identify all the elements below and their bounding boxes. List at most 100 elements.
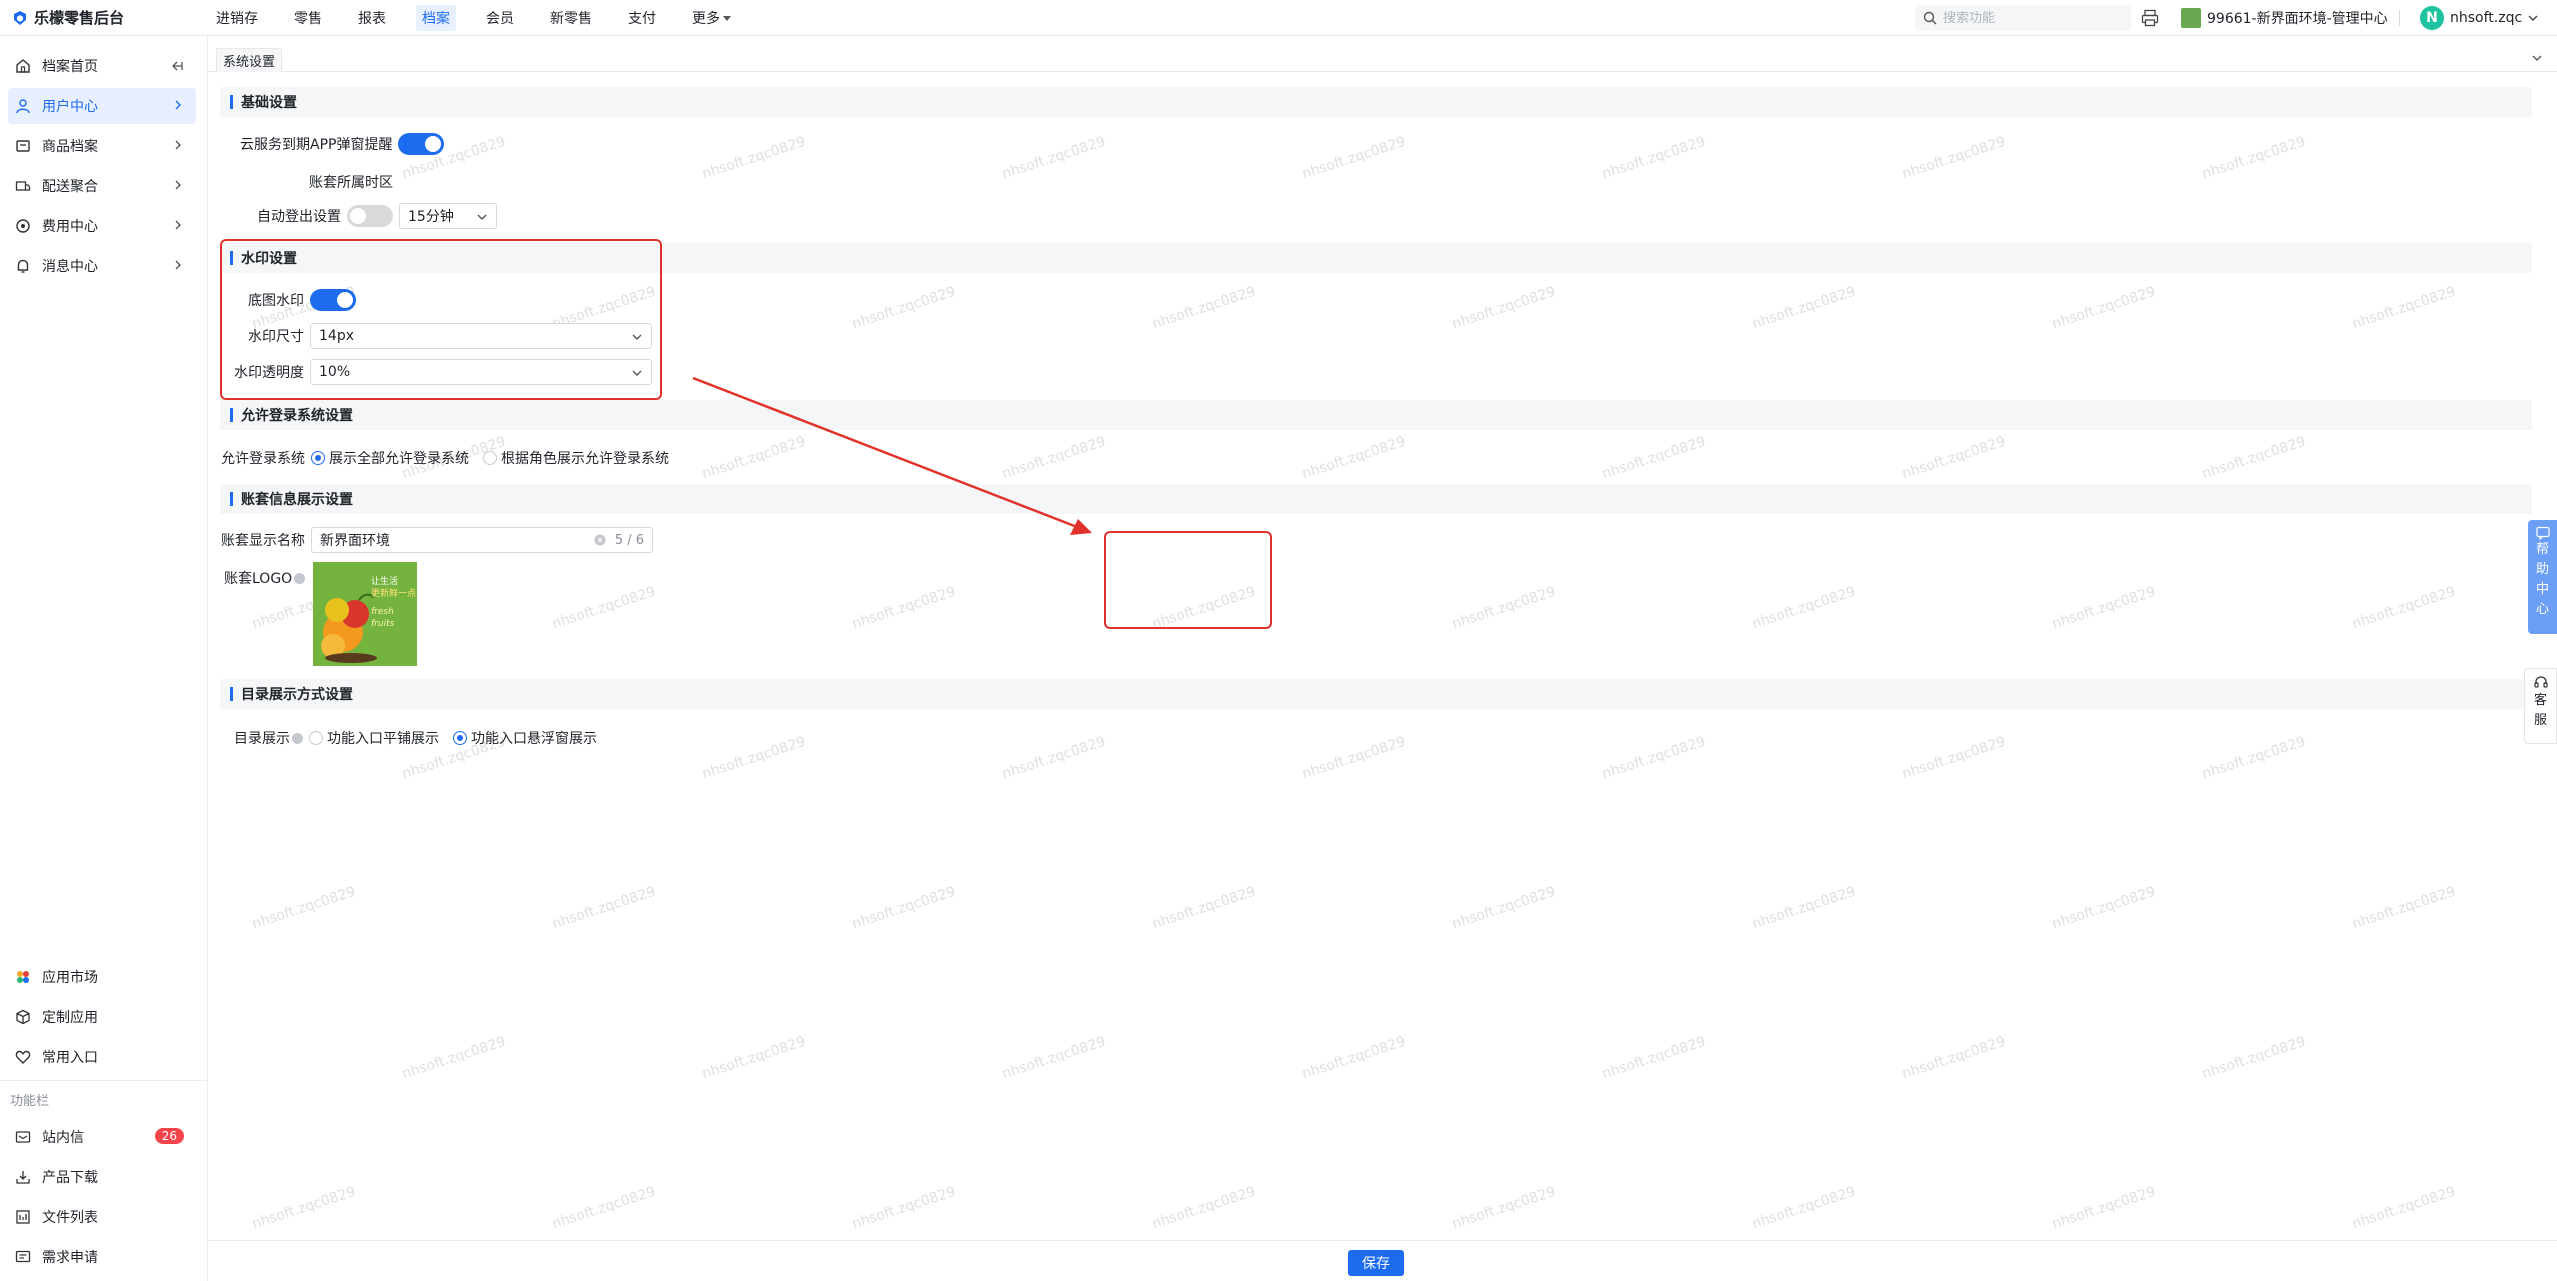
logo-text-1: 让生活 bbox=[371, 577, 399, 587]
radio-show-all-systems[interactable]: 展示全部允许登录系统 bbox=[311, 448, 469, 468]
money-icon bbox=[16, 219, 30, 233]
sidebar-item-user-center[interactable]: 用户中心 bbox=[8, 88, 196, 124]
search-box[interactable] bbox=[1915, 5, 2131, 31]
watermark-text: nhsoft.zqc0829 bbox=[1300, 133, 1408, 183]
nav-jinxiaocun[interactable]: 进销存 bbox=[210, 5, 264, 31]
watermark-text: nhsoft.zqc0829 bbox=[2200, 433, 2308, 483]
chevron-down-icon bbox=[477, 214, 487, 220]
chat-icon bbox=[2535, 526, 2550, 540]
watermark-text: nhsoft.zqc0829 bbox=[1600, 1033, 1708, 1083]
sidebar-item-delivery[interactable]: 配送聚合 bbox=[8, 168, 196, 204]
clear-icon[interactable] bbox=[594, 534, 606, 546]
account-name-input[interactable]: 新界面环境 5 / 6 bbox=[311, 527, 653, 553]
watermark-text: nhsoft.zqc0829 bbox=[1150, 283, 1258, 333]
sidebar-item-label: 产品下载 bbox=[42, 1170, 98, 1186]
user-menu[interactable]: N nhsoft.zqc bbox=[2420, 6, 2538, 30]
nav-huiyuan[interactable]: 会员 bbox=[480, 5, 520, 31]
sidebar-item-requests[interactable]: 需求申请 bbox=[8, 1239, 196, 1275]
sidebar-item-downloads[interactable]: 产品下载 bbox=[8, 1159, 196, 1195]
radio-floating-display[interactable]: 功能入口悬浮窗展示 bbox=[453, 728, 597, 748]
watermark-text: nhsoft.zqc0829 bbox=[2050, 1183, 2158, 1233]
sidebar-item-message-center[interactable]: 消息中心 bbox=[8, 248, 196, 284]
radio-tile-display[interactable]: 功能入口平铺展示 bbox=[309, 728, 439, 748]
chevron-right-icon bbox=[175, 140, 181, 150]
service-char: 客 bbox=[2533, 693, 2547, 708]
sidebar-item-product-archive[interactable]: 商品档案 bbox=[8, 128, 196, 164]
save-button[interactable]: 保存 bbox=[1348, 1250, 1404, 1276]
nav-lingshou[interactable]: 零售 bbox=[288, 5, 328, 31]
user-name: nhsoft.zqc bbox=[2450, 10, 2523, 26]
watermark-text: nhsoft.zqc0829 bbox=[2350, 883, 2458, 933]
header-divider bbox=[2399, 10, 2400, 26]
logo-text-2: 更新鲜一点 bbox=[371, 589, 417, 599]
watermark-text: nhsoft.zqc0829 bbox=[1000, 133, 1108, 183]
watermark-text: nhsoft.zqc0829 bbox=[850, 1183, 958, 1233]
login-system-label: 允许登录系统 bbox=[221, 451, 305, 467]
store-selector[interactable]: 99661-新界面环境-管理中心 bbox=[2181, 8, 2388, 28]
customer-service-widget[interactable]: 客 服 bbox=[2524, 668, 2557, 744]
info-icon[interactable] bbox=[292, 732, 303, 744]
app-logo[interactable]: 乐檬零售后台 bbox=[0, 7, 210, 28]
nav-xinlingshou[interactable]: 新零售 bbox=[544, 5, 598, 31]
service-char: 服 bbox=[2533, 713, 2547, 728]
help-center-widget[interactable]: 帮 助 中 心 bbox=[2528, 520, 2557, 634]
cloud-reminder-row: 云服务到期APP弹窗提醒 bbox=[240, 133, 445, 155]
sidebar-item-file-list[interactable]: 文件列表 bbox=[8, 1199, 196, 1235]
radio-label: 根据角色展示允许登录系统 bbox=[501, 451, 669, 467]
watermark-text: nhsoft.zqc0829 bbox=[850, 883, 958, 933]
cloud-reminder-toggle[interactable] bbox=[398, 133, 445, 155]
sidebar-item-favorites[interactable]: 常用入口 bbox=[8, 1039, 196, 1075]
nav-more-label: 更多 bbox=[692, 10, 720, 27]
chevron-down-icon[interactable] bbox=[2531, 52, 2543, 64]
tab-system-settings[interactable]: 系统设置 bbox=[216, 48, 283, 72]
sidebar-item-label: 需求申请 bbox=[42, 1250, 98, 1266]
unread-count-badge: 26 bbox=[154, 1128, 184, 1144]
radio-show-by-role[interactable]: 根据角色展示允许登录系统 bbox=[483, 448, 669, 468]
timezone-label: 账套所属时区 bbox=[309, 175, 393, 191]
chevron-right-icon bbox=[175, 260, 181, 270]
nav-zhifu[interactable]: 支付 bbox=[622, 5, 662, 31]
sidebar-item-custom-app[interactable]: 定制应用 bbox=[8, 999, 196, 1035]
search-icon bbox=[1923, 11, 1937, 25]
watermark-text: nhsoft.zqc0829 bbox=[1450, 583, 1558, 633]
watermark-text: nhsoft.zqc0829 bbox=[850, 583, 958, 633]
account-logo-label: 账套LOGO bbox=[224, 571, 293, 587]
sidebar-item-app-market[interactable]: 应用市场 bbox=[8, 959, 196, 995]
section-directory-settings: 目录展示方式设置 bbox=[220, 679, 2532, 709]
heart-icon bbox=[15, 1050, 31, 1064]
printer-icon[interactable] bbox=[2141, 9, 2159, 27]
watermark-text: nhsoft.zqc0829 bbox=[700, 133, 808, 183]
watermark-text: nhsoft.zqc0829 bbox=[1150, 1183, 1258, 1233]
watermark-text: nhsoft.zqc0829 bbox=[400, 1033, 508, 1083]
nav-baobiao[interactable]: 报表 bbox=[352, 5, 392, 31]
nav-dangan[interactable]: 档案 bbox=[416, 4, 456, 31]
radio-label: 展示全部允许登录系统 bbox=[329, 451, 469, 467]
request-icon bbox=[15, 1250, 31, 1263]
sidebar-item-home[interactable]: 档案首页 bbox=[8, 48, 196, 84]
auto-logout-toggle[interactable] bbox=[347, 205, 393, 227]
sidebar-item-fee-center[interactable]: 费用中心 bbox=[8, 208, 196, 244]
auto-logout-select[interactable]: 15分钟 bbox=[399, 203, 497, 229]
account-logo-image[interactable]: 让生活 更新鲜一点 fresh fruits bbox=[313, 562, 417, 666]
login-system-row: 允许登录系统 展示全部允许登录系统 根据角色展示允许登录系统 bbox=[221, 448, 683, 468]
help-char: 帮 bbox=[2535, 542, 2549, 557]
info-icon[interactable] bbox=[294, 572, 306, 584]
watermark-text: nhsoft.zqc0829 bbox=[550, 1183, 658, 1233]
home-icon bbox=[16, 59, 30, 73]
radio-label: 功能入口平铺展示 bbox=[327, 731, 439, 747]
account-logo-row: 账套LOGO bbox=[224, 568, 306, 588]
nav-more[interactable]: 更多 bbox=[686, 5, 737, 31]
search-input[interactable] bbox=[1943, 10, 2113, 26]
sidebar-item-label: 档案首页 bbox=[42, 59, 98, 75]
section-title: 目录展示方式设置 bbox=[241, 687, 353, 703]
help-char: 心 bbox=[2535, 602, 2549, 617]
section-account-info: 账套信息展示设置 bbox=[220, 484, 2532, 514]
collapse-sidebar-icon[interactable] bbox=[170, 59, 184, 73]
account-name-label: 账套显示名称 bbox=[221, 533, 305, 549]
radio-dot bbox=[309, 731, 323, 745]
account-name-value: 新界面环境 bbox=[320, 533, 390, 549]
radio-dot bbox=[453, 731, 467, 745]
watermark-text: nhsoft.zqc0829 bbox=[550, 583, 658, 633]
annotation-highlight-box bbox=[220, 239, 662, 400]
sidebar-item-inbox[interactable]: 站内信 26 bbox=[8, 1119, 196, 1155]
